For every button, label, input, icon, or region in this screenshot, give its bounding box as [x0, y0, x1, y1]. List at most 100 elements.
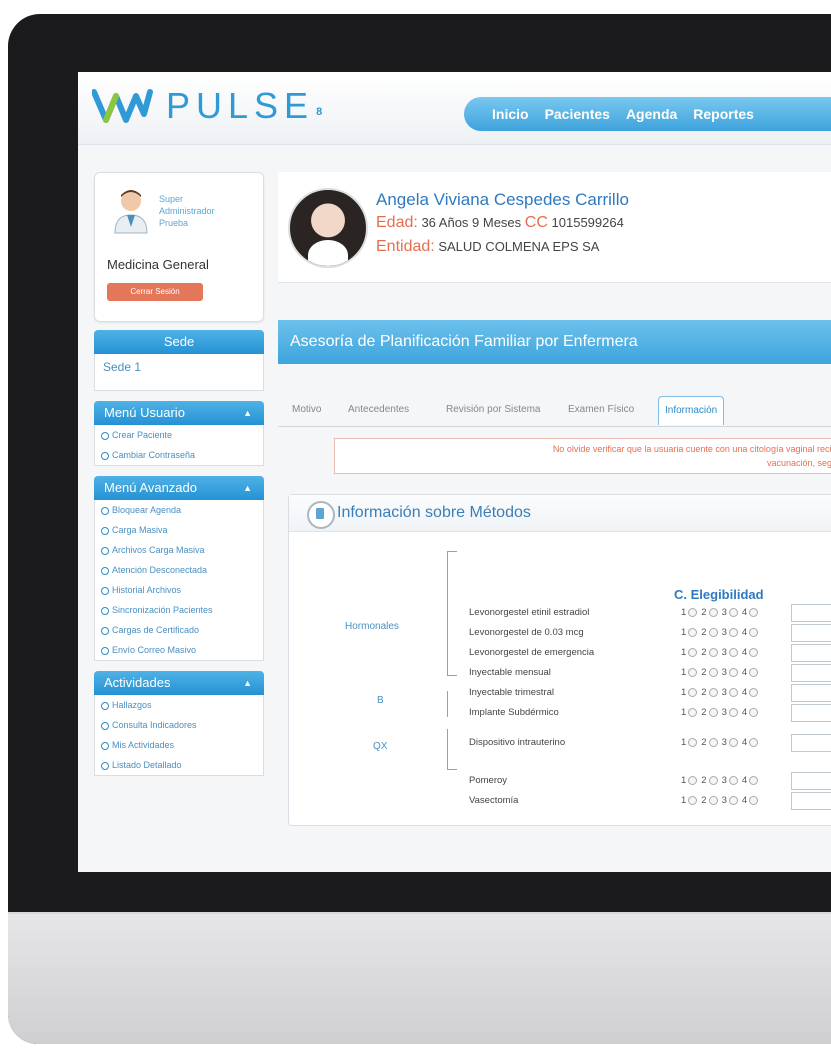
- radio-icon[interactable]: [749, 627, 759, 637]
- radio-icon[interactable]: [708, 687, 718, 697]
- observation-input[interactable]: [791, 624, 831, 642]
- observation-input[interactable]: [791, 772, 831, 790]
- radio-icon[interactable]: [708, 795, 718, 805]
- observation-input[interactable]: [791, 704, 831, 722]
- tab-motivo[interactable]: Motivo: [292, 404, 321, 415]
- radio-icon[interactable]: [688, 627, 698, 637]
- actividades-header[interactable]: Actividades ▲: [94, 671, 264, 695]
- radio-icon[interactable]: [728, 795, 738, 805]
- option-2[interactable]: 2: [701, 627, 718, 638]
- menu-item-cargas-de-certificado[interactable]: Cargas de Certificado: [95, 620, 263, 640]
- radio-icon[interactable]: [708, 607, 718, 617]
- option-4[interactable]: 4: [742, 775, 759, 786]
- radio-icon[interactable]: [688, 737, 698, 747]
- tab-informacion[interactable]: Información: [658, 396, 725, 425]
- option-4[interactable]: 4: [742, 687, 759, 698]
- option-2[interactable]: 2: [701, 647, 718, 658]
- radio-icon[interactable]: [728, 647, 738, 657]
- option-3[interactable]: 3: [722, 795, 738, 806]
- radio-icon[interactable]: [688, 775, 698, 785]
- radio-icon[interactable]: [708, 707, 718, 717]
- observation-input[interactable]: [791, 734, 831, 752]
- option-1[interactable]: 1: [681, 737, 698, 748]
- option-3[interactable]: 3: [722, 707, 738, 718]
- radio-icon[interactable]: [728, 775, 738, 785]
- radio-icon[interactable]: [708, 647, 718, 657]
- option-3[interactable]: 3: [722, 667, 738, 678]
- option-3[interactable]: 3: [722, 647, 738, 658]
- option-2[interactable]: 2: [701, 775, 718, 786]
- option-2[interactable]: 2: [701, 607, 718, 618]
- radio-icon[interactable]: [708, 737, 718, 747]
- option-1[interactable]: 1: [681, 667, 698, 678]
- option-2[interactable]: 2: [701, 687, 718, 698]
- radio-icon[interactable]: [688, 687, 698, 697]
- sede-value[interactable]: Sede 1: [95, 354, 263, 380]
- option-4[interactable]: 4: [742, 707, 759, 718]
- radio-icon[interactable]: [728, 737, 738, 747]
- menu-item-hallazgos[interactable]: Hallazgos: [95, 695, 263, 715]
- radio-icon[interactable]: [728, 687, 738, 697]
- radio-icon[interactable]: [728, 627, 738, 637]
- option-1[interactable]: 1: [681, 647, 698, 658]
- radio-icon[interactable]: [728, 607, 738, 617]
- nav-pacientes[interactable]: Pacientes: [545, 106, 610, 122]
- menu-item-historial-archivos[interactable]: Historial Archivos: [95, 580, 263, 600]
- menu-item-atencion-desconectada[interactable]: Atención Desconectada: [95, 560, 263, 580]
- radio-icon[interactable]: [688, 607, 698, 617]
- observation-input[interactable]: [791, 684, 831, 702]
- menu-item-mis-actividades[interactable]: Mis Actividades: [95, 735, 263, 755]
- option-4[interactable]: 4: [742, 607, 759, 618]
- option-1[interactable]: 1: [681, 775, 698, 786]
- nav-agenda[interactable]: Agenda: [626, 106, 677, 122]
- radio-icon[interactable]: [749, 687, 759, 697]
- tab-antecedentes[interactable]: Antecedentes: [348, 404, 409, 415]
- collapse-caret-icon[interactable]: ▲: [243, 671, 252, 695]
- menu-item-envio-correo-masivo[interactable]: Envío Correo Masivo: [95, 640, 263, 660]
- menu-item-listado-detallado[interactable]: Listado Detallado: [95, 755, 263, 775]
- menu-usuario-header[interactable]: Menú Usuario ▲: [94, 401, 264, 425]
- radio-icon[interactable]: [749, 647, 759, 657]
- observation-input[interactable]: [791, 792, 831, 810]
- option-1[interactable]: 1: [681, 607, 698, 618]
- option-3[interactable]: 3: [722, 607, 738, 618]
- radio-icon[interactable]: [749, 775, 759, 785]
- menu-avanzado-header[interactable]: Menú Avanzado ▲: [94, 476, 264, 500]
- radio-icon[interactable]: [688, 647, 698, 657]
- menu-item-crear-paciente[interactable]: Crear Paciente: [95, 425, 263, 445]
- option-3[interactable]: 3: [722, 627, 738, 638]
- menu-item-bloquear-agenda[interactable]: Bloquear Agenda: [95, 500, 263, 520]
- radio-icon[interactable]: [708, 775, 718, 785]
- collapse-caret-icon[interactable]: ▲: [243, 401, 252, 425]
- observation-input[interactable]: [791, 604, 831, 622]
- radio-icon[interactable]: [749, 737, 759, 747]
- option-1[interactable]: 1: [681, 687, 698, 698]
- menu-item-consulta-indicadores[interactable]: Consulta Indicadores: [95, 715, 263, 735]
- option-4[interactable]: 4: [742, 667, 759, 678]
- option-4[interactable]: 4: [742, 795, 759, 806]
- option-4[interactable]: 4: [742, 627, 759, 638]
- option-1[interactable]: 1: [681, 627, 698, 638]
- radio-icon[interactable]: [708, 667, 718, 677]
- radio-icon[interactable]: [749, 707, 759, 717]
- menu-item-sincronizacion-pacientes[interactable]: Sincronización Pacientes: [95, 600, 263, 620]
- radio-icon[interactable]: [749, 607, 759, 617]
- radio-icon[interactable]: [728, 667, 738, 677]
- tab-revision-por-sistema[interactable]: Revisión por Sistema: [446, 404, 540, 415]
- nav-inicio[interactable]: Inicio: [492, 106, 529, 122]
- radio-icon[interactable]: [749, 795, 759, 805]
- pulse-logo[interactable]: PULSE 8: [92, 85, 322, 126]
- radio-icon[interactable]: [688, 707, 698, 717]
- radio-icon[interactable]: [728, 707, 738, 717]
- option-2[interactable]: 2: [701, 707, 718, 718]
- observation-input[interactable]: [791, 664, 831, 682]
- logout-button[interactable]: Cerrar Sesión: [107, 283, 203, 301]
- radio-icon[interactable]: [688, 667, 698, 677]
- menu-item-cambiar-contrasena[interactable]: Cambiar Contraseña: [95, 445, 263, 465]
- radio-icon[interactable]: [688, 795, 698, 805]
- option-1[interactable]: 1: [681, 795, 698, 806]
- collapse-caret-icon[interactable]: ▲: [243, 476, 252, 500]
- menu-item-carga-masiva[interactable]: Carga Masiva: [95, 520, 263, 540]
- tab-examen-fisico[interactable]: Examen Físico: [568, 404, 634, 415]
- option-1[interactable]: 1: [681, 707, 698, 718]
